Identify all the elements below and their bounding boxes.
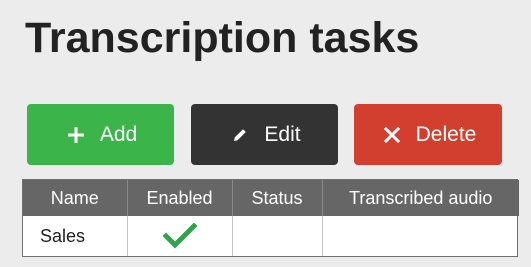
plus-icon [64, 123, 88, 147]
edit-button-label: Edit [264, 122, 301, 146]
add-button[interactable]: Add [27, 104, 174, 165]
pencil-icon [228, 123, 252, 147]
checkmark-icon [162, 223, 197, 249]
column-header-name[interactable]: Name [23, 180, 128, 216]
delete-button-label: Delete [415, 122, 477, 146]
table-header-row: Name Enabled Status Transcribed audio [23, 180, 519, 216]
close-icon [380, 123, 404, 147]
delete-button[interactable]: Delete [354, 104, 502, 165]
column-header-status[interactable]: Status [232, 180, 323, 216]
page-title: Transcription tasks [25, 14, 420, 62]
cell-status [232, 216, 323, 256]
table-row[interactable]: Sales [23, 216, 519, 256]
add-button-label: Add [99, 122, 138, 146]
cell-enabled [127, 216, 233, 256]
cell-transcribed-audio [322, 216, 519, 256]
cell-name: Sales [23, 216, 128, 256]
edit-button[interactable]: Edit [191, 104, 338, 165]
column-header-enabled[interactable]: Enabled [127, 180, 233, 216]
column-header-transcribed-audio[interactable]: Transcribed audio [322, 180, 519, 216]
tasks-table: Name Enabled Status Transcribed audio Sa… [22, 179, 519, 257]
